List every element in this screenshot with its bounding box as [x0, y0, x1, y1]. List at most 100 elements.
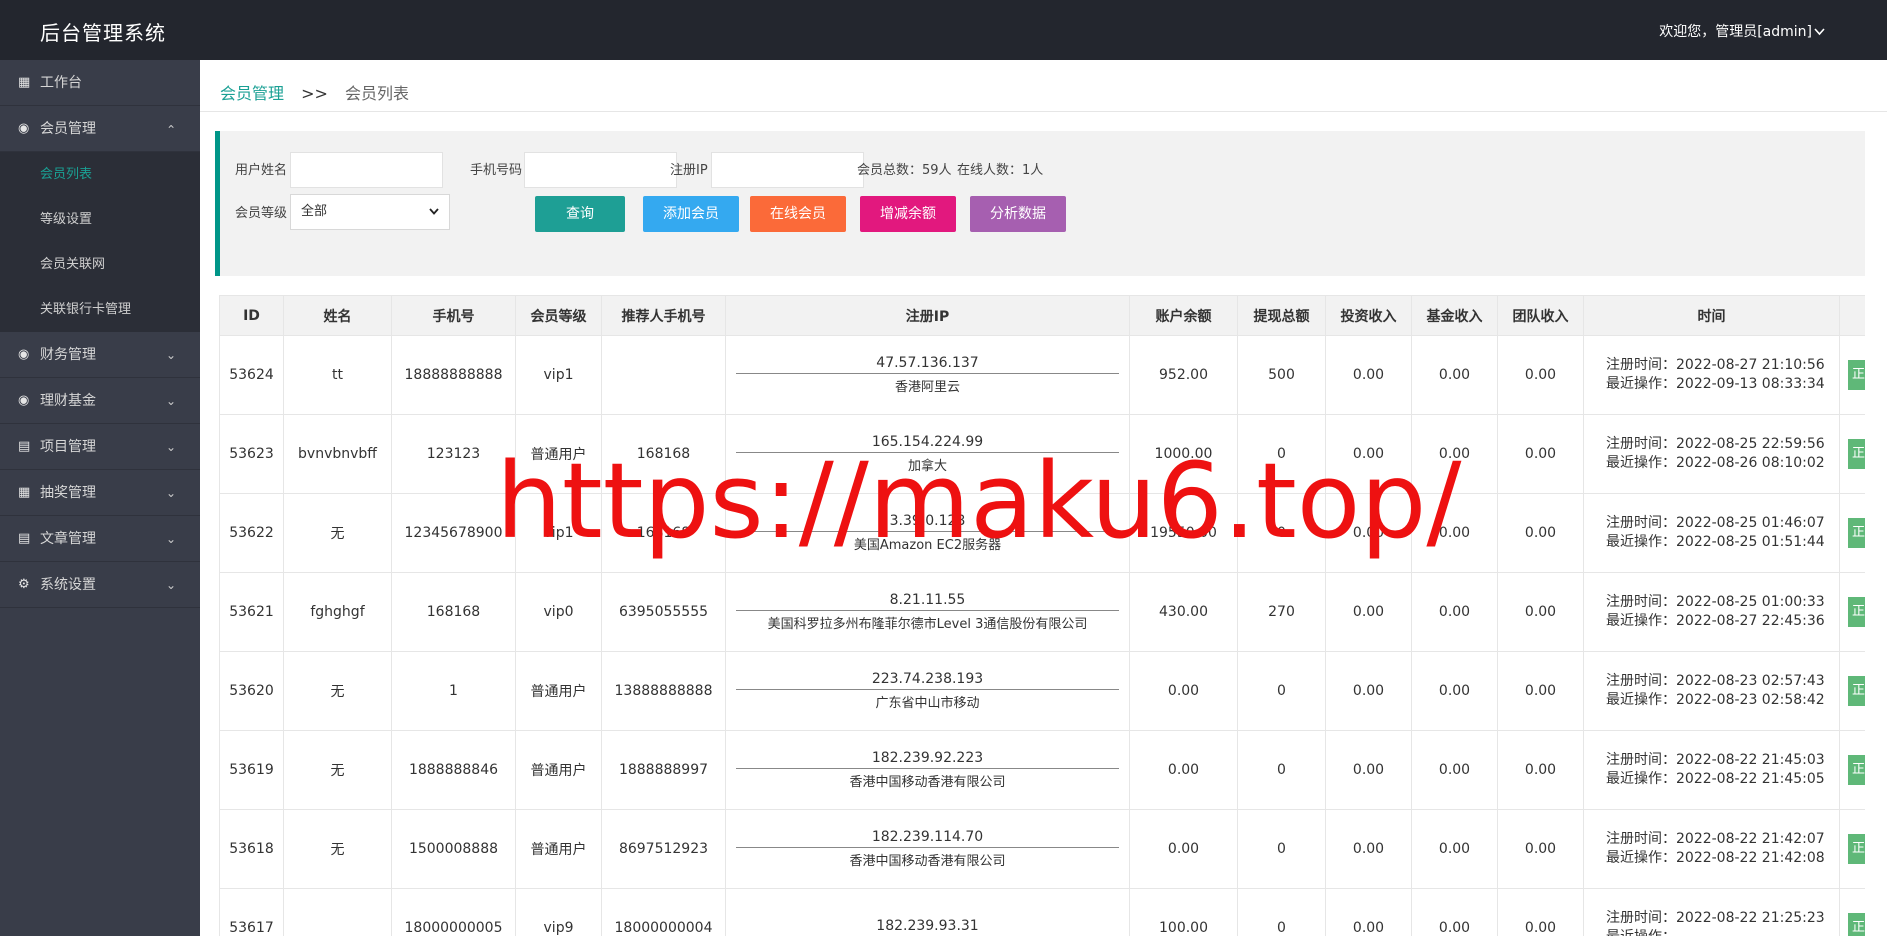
cell-time: 注册时间：2022-08-25 01:00:33 最近操作：2022-08-27 …: [1583, 572, 1840, 652]
level-select[interactable]: 全部: [290, 194, 450, 230]
cell-team-income: 0.00: [1497, 809, 1584, 889]
sidebar-item-project[interactable]: ▤ 项目管理 ⌄: [0, 424, 200, 470]
user-menu[interactable]: 欢迎您，管理员[admin]: [1659, 21, 1825, 41]
cell-register-ip: 182.239.93.31: [725, 888, 1130, 936]
ip-location: 加拿大: [907, 459, 947, 474]
sidebar-item-label: 财务管理: [40, 347, 96, 363]
last-operation-time: 最近操作：2022-08-25 01:51:44: [1606, 534, 1825, 550]
sidebar-item-label: 文章管理: [40, 531, 96, 547]
cell-phone: 18888888888: [391, 335, 516, 415]
cell-referrer-phone: 8697512923: [601, 809, 726, 889]
table-row[interactable]: 53618 无 1500008888 普通用户 8697512923 182.239.11…: [219, 809, 1865, 889]
search-panel: 用户姓名 手机号码 注册IP 会员总数：59人 在线人数：1人 会员等级 全部 …: [215, 131, 1865, 276]
status-badge[interactable]: 正: [1848, 439, 1865, 469]
ip-address: 182.239.93.31: [736, 918, 1119, 936]
status-badge[interactable]: 正: [1848, 834, 1865, 864]
cell-level: 普通用户: [515, 730, 602, 810]
last-operation-time: 最近操作：2022-08-27 22:45:36: [1606, 613, 1825, 629]
sidebar-item-label: 理财基金: [40, 393, 96, 409]
chevron-down-icon: ⌄: [165, 578, 176, 592]
online-member-button[interactable]: 在线会员: [750, 196, 846, 232]
fund-icon: ◉: [18, 393, 30, 408]
last-operation-time: 最近操作：2022-09-13 08:33:34: [1606, 376, 1825, 392]
cell-id: 53623: [219, 414, 284, 494]
sidebar-subitem-level-settings[interactable]: 等级设置: [0, 197, 200, 242]
table-row[interactable]: 53624 tt 18888888888 vip1 47.57.136.137 香港阿里云…: [219, 335, 1865, 415]
cell-invest-income: 0.00: [1325, 335, 1412, 415]
cell-invest-income: 0.00: [1325, 809, 1412, 889]
add-member-button[interactable]: 添加会员: [643, 196, 739, 232]
sidebar-subitem-member-network[interactable]: 会员关联网: [0, 242, 200, 287]
sidebar-item-lottery[interactable]: ▦ 抽奖管理 ⌄: [0, 470, 200, 516]
register-ip-label: 注册IP: [670, 163, 708, 178]
status-badge[interactable]: 正: [1848, 360, 1865, 390]
sidebar-item-dashboard[interactable]: ▦ 工作台: [0, 60, 200, 106]
adjust-balance-button[interactable]: 增减余额: [860, 196, 956, 232]
cell-referrer-phone: 18000000004: [601, 888, 726, 936]
cell-register-ip: 47.57.136.137 香港阿里云: [725, 335, 1130, 415]
column-header: 冻: [1839, 295, 1865, 336]
status-badge[interactable]: 正: [1848, 755, 1865, 785]
cell-time: 注册时间：2022-08-27 21:10:56 最近操作：2022-09-13 …: [1583, 335, 1840, 415]
cell-status: 正: [1839, 335, 1865, 415]
last-operation-time: 最近操作：2022-08-22 21:45:05: [1606, 771, 1825, 787]
cell-status: 正: [1839, 730, 1865, 810]
ip-location: 美国Amazon EC2服务器: [853, 538, 1002, 553]
ip-address: 182.239.114.70: [736, 829, 1119, 848]
chevron-up-icon: ⌄: [165, 122, 176, 136]
sidebar-item-settings[interactable]: ⚙ 系统设置 ⌄: [0, 562, 200, 608]
table-row[interactable]: 53623 bvnvbnvbff 123123 普通用户 168168 165.154.2…: [219, 414, 1865, 494]
sidebar-item-finance[interactable]: ◉ 财务管理 ⌄: [0, 332, 200, 378]
phone-input[interactable]: [524, 152, 677, 188]
article-icon: ▤: [18, 531, 31, 546]
status-badge[interactable]: 正: [1848, 676, 1865, 706]
status-badge[interactable]: 正: [1848, 518, 1865, 548]
cell-fund-income: 0.00: [1411, 651, 1498, 731]
register-ip-input[interactable]: [711, 152, 864, 188]
query-button[interactable]: 查询: [535, 196, 625, 232]
table-row[interactable]: 53622 无 12345678900 vip1 168168 3.39.0.128 美国A…: [219, 493, 1865, 573]
status-badge[interactable]: 正: [1848, 597, 1865, 627]
last-operation-time: 最近操作：2022-08-22 21:42:08: [1606, 850, 1825, 866]
table-row[interactable]: 53619 无 1888888846 普通用户 1888888997 182.239.92…: [219, 730, 1865, 810]
welcome-text: 欢迎您，管理员[admin]: [1659, 24, 1812, 40]
column-header: 手机号: [391, 295, 516, 336]
cell-phone: 123123: [391, 414, 516, 494]
status-badge[interactable]: 正: [1848, 913, 1865, 936]
cell-withdraw-total: 0: [1237, 493, 1326, 573]
table-row[interactable]: 53621 fghghgf 168168 vip0 6395055555 8.21.11.…: [219, 572, 1865, 652]
table-row[interactable]: 53620 无 1 普通用户 13888888888 223.74.238.193 广东省中…: [219, 651, 1865, 731]
cell-fund-income: 0.00: [1411, 730, 1498, 810]
analyze-data-button[interactable]: 分析数据: [970, 196, 1066, 232]
cell-withdraw-total: 0: [1237, 414, 1326, 494]
cell-withdraw-total: 0: [1237, 809, 1326, 889]
table-row[interactable]: 53617 18000000005 vip9 18000000004 182.239.9…: [219, 888, 1865, 936]
sidebar-item-fund[interactable]: ◉ 理财基金 ⌄: [0, 378, 200, 424]
table-header-row: ID 姓名 手机号 会员等级 推荐人手机号 注册IP 账户余额 提现总额 投资收入 基金收入 团队收…: [219, 295, 1865, 336]
sidebar-subitem-bank-card[interactable]: 关联银行卡管理: [0, 287, 200, 332]
cell-team-income: 0.00: [1497, 493, 1584, 573]
sidebar-item-label: 会员管理: [40, 121, 96, 137]
cell-phone: 1: [391, 651, 516, 731]
cell-level: vip1: [515, 493, 602, 573]
breadcrumb-parent[interactable]: 会员管理: [220, 84, 284, 103]
cell-register-ip: 182.239.92.223 香港中国移动香港有限公司: [725, 730, 1130, 810]
cell-status: 正: [1839, 888, 1865, 936]
cell-balance: 0.00: [1129, 809, 1238, 889]
column-header: 会员等级: [515, 295, 602, 336]
cell-team-income: 0.00: [1497, 335, 1584, 415]
level-label: 会员等级: [235, 206, 288, 221]
sidebar-item-article[interactable]: ▤ 文章管理 ⌄: [0, 516, 200, 562]
cell-fund-income: 0.00: [1411, 493, 1498, 573]
sidebar-item-member[interactable]: ◉ 会员管理 ⌄: [0, 106, 200, 152]
last-operation-time: 最近操作：2022-08-23 02:58:42: [1606, 692, 1825, 708]
cell-id: 53619: [219, 730, 284, 810]
sidebar-item-label: 系统设置: [40, 577, 96, 593]
ip-address: 47.57.136.137: [736, 355, 1119, 374]
username-input[interactable]: [290, 152, 443, 188]
cell-fund-income: 0.00: [1411, 335, 1498, 415]
online-members-stat: 在线人数：1人: [957, 163, 1044, 178]
sidebar-subitem-member-list[interactable]: 会员列表: [0, 152, 200, 197]
cell-name: 无: [283, 493, 392, 573]
cell-invest-income: 0.00: [1325, 888, 1412, 936]
